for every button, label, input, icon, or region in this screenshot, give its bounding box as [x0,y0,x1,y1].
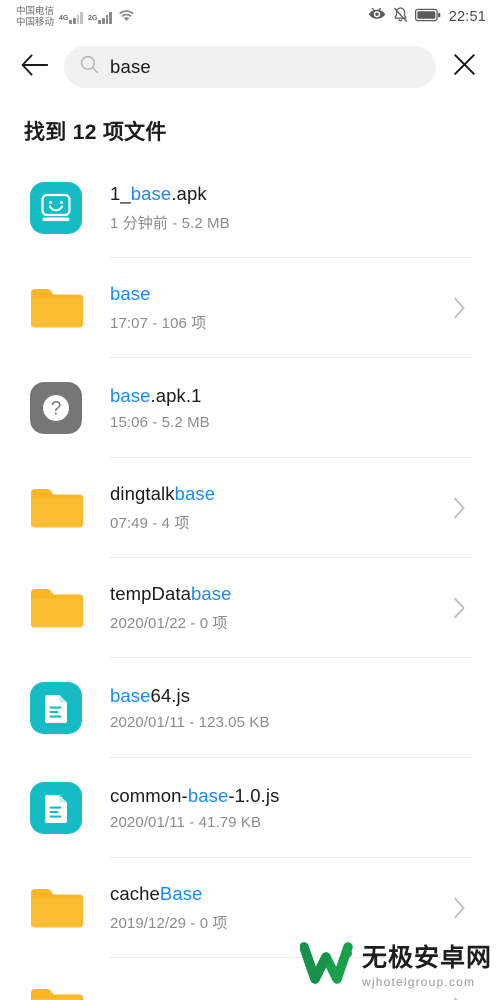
file-name: tempDatabase [110,583,448,605]
file-name: 1_base.apk [110,183,448,205]
chevron-placeholder [448,697,470,719]
file-subtitle: 2019/12/29 - 0 项 [110,915,228,932]
file-manager-screen: 中国电信 中国移动 4G 2G 22:51 base 找到 12 项文件 1_b… [0,0,500,1000]
file-name-match: base [187,785,229,806]
file-name-suffix: 64.js [150,685,191,706]
carrier-secondary-label: 中国移动 [16,17,55,28]
unknown-file-icon: ? [28,380,84,436]
folder-icon [28,280,84,336]
carrier-primary-label: 中国电信 [16,6,55,17]
status-bar-left: 中国电信 中国移动 4G 2G [16,6,135,28]
signal-secondary: 2G [88,11,113,24]
file-name-match: Base [159,883,203,904]
file-subtitle: 2020/01/11 - 41.79 KB [110,814,262,831]
status-bar-clock: 22:51 [448,9,486,25]
file-meta: cacheBase 2019/12/29 - 0 项 [84,883,448,933]
file-row[interactable]: dingtalkbase 07:49 - 4 项 [0,458,500,558]
file-name-match: base [110,385,151,406]
file-name-match: base [191,583,232,604]
file-row[interactable]: cacheBase 2019/12/29 - 0 项 [0,858,500,958]
file-name-suffix: .apk [171,183,207,204]
file-meta: dingtalkbase 07:49 - 4 项 [84,483,448,533]
file-name: cacheBase [110,883,448,905]
signal-bars-secondary-icon [98,11,113,24]
folder-icon [28,580,84,636]
file-row[interactable]: common-base-1.0.js 2020/01/11 - 41.79 KB [0,758,500,858]
chevron-right-icon [448,297,470,319]
folder-icon [28,980,84,1000]
file-name-match: base [174,483,216,504]
back-arrow-icon [21,53,48,81]
battery-icon [414,8,441,27]
file-meta: base64.js 2020/01/11 - 123.05 KB [84,685,448,731]
file-name-prefix: dingtalk [110,483,175,504]
file-name-prefix: tempData [110,583,192,604]
file-name: base.apk.1 [110,385,448,407]
search-input[interactable]: base [64,46,436,88]
signal-primary: 4G [59,11,84,24]
clear-search-button[interactable] [446,49,482,85]
svg-text:?: ? [51,399,62,420]
file-subtitle: 17:07 - 106 项 [110,315,207,332]
chevron-placeholder [448,197,470,219]
file-name-prefix: 1_ [110,183,131,204]
signal-bars-primary-icon [69,11,84,24]
folder-icon [28,480,84,536]
file-name-match: base [110,685,151,706]
file-name: common-base-1.0.js [110,785,448,807]
file-meta: base.apk.1 15:06 - 5.2 MB [84,385,448,431]
file-name: dingtalkbase [110,483,448,505]
wifi-icon [118,8,135,26]
file-name-suffix: .apk.1 [150,385,202,406]
file-subtitle: 2020/01/22 - 0 项 [110,615,228,632]
chevron-right-icon [448,497,470,519]
file-row[interactable]: base 17:07 - 106 项 [0,258,500,358]
file-results-list: 1_base.apk 1 分钟前 - 5.2 MB base 17:07 - 106 … [0,158,500,1000]
file-subtitle: 15:06 - 5.2 MB [110,414,210,431]
file-name-match: base [130,183,172,204]
file-name-prefix: common- [110,785,188,806]
document-icon [28,780,84,836]
file-row[interactable]: tempDatabase 2020/01/22 - 0 项 [0,558,500,658]
file-subtitle: 1 分钟前 - 5.2 MB [110,215,230,232]
chevron-placeholder [448,397,470,419]
folder-icon [28,880,84,936]
file-name: base [110,283,448,305]
file-subtitle: 2020/01/11 - 123.05 KB [110,714,270,731]
apk-icon [28,180,84,236]
file-name: base64.js [110,685,448,707]
bell-muted-icon [393,6,408,28]
back-button[interactable] [14,47,54,87]
status-bar: 中国电信 中国移动 4G 2G 22:51 [0,0,500,34]
file-row[interactable]: 1_base.apk 1 分钟前 - 5.2 MB [0,158,500,258]
eye-icon [368,7,386,27]
search-icon [80,55,99,79]
file-subtitle: 07:49 - 4 项 [110,515,190,532]
chevron-placeholder [448,797,470,819]
chevron-right-icon [448,597,470,619]
file-meta: common-base-1.0.js 2020/01/11 - 41.79 KB [84,785,448,831]
file-row[interactable]: baseComponents [0,958,500,1000]
results-count-header: 找到 12 项文件 [24,121,167,144]
status-bar-right: 22:51 [368,6,486,28]
file-row[interactable]: base64.js 2020/01/11 - 123.05 KB [0,658,500,758]
file-meta: 1_base.apk 1 分钟前 - 5.2 MB [84,183,448,233]
file-meta: base 17:07 - 106 项 [84,283,448,333]
file-row[interactable]: ? base.apk.1 15:06 - 5.2 MB [0,358,500,458]
network-type-secondary-label: 2G [88,14,98,22]
document-icon [28,680,84,736]
file-name-match: base [110,283,151,304]
network-type-primary-label: 4G [59,14,69,22]
search-input-value: base [110,56,151,77]
carrier-labels: 中国电信 中国移动 [16,6,54,28]
chevron-right-icon [448,897,470,919]
search-bar: base [0,34,500,100]
file-meta: tempDatabase 2020/01/22 - 0 项 [84,583,448,633]
file-name-suffix: -1.0.js [228,785,280,806]
file-name-prefix: cache [110,883,160,904]
close-icon [453,53,476,81]
